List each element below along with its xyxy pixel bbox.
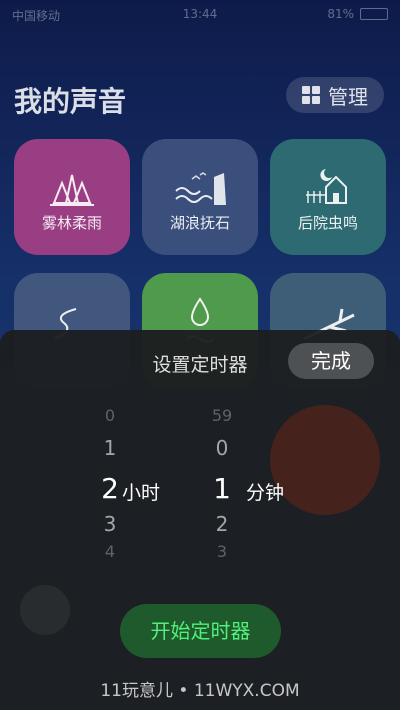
status-bar: 中国移动 13:44 81% (0, 0, 400, 26)
forest-rain-icon (50, 174, 94, 206)
sound-label: 湖浪抚石 (169, 214, 230, 232)
minutes-option[interactable]: 0 (182, 436, 262, 460)
watermark: 11玩意儿 • 11WYX.COM (100, 681, 300, 701)
sound-label: 后院虫鸣 (297, 214, 358, 232)
manage-label: 管理 (328, 84, 368, 109)
grid-manage-icon (302, 86, 320, 104)
page-title: 我的声音 (14, 85, 127, 118)
sound-tile-lake-wave[interactable]: 湖浪抚石 (142, 139, 258, 255)
hours-option[interactable]: 4 (70, 542, 150, 561)
minutes-unit: 分钟 (246, 482, 285, 504)
ghost-circle (270, 405, 380, 515)
battery-indicator: 81% (327, 7, 388, 21)
done-button[interactable]: 完成 (288, 343, 374, 379)
hours-option[interactable]: 1 (70, 436, 150, 460)
battery-icon (360, 8, 388, 20)
minutes-option[interactable]: 3 (182, 542, 262, 561)
hours-unit: 小时 (122, 482, 161, 504)
sound-tile-forest-rain[interactable]: 雾林柔雨 (14, 139, 130, 255)
minutes-option[interactable]: 59 (182, 406, 262, 425)
start-timer-button[interactable]: 开始定时器 (120, 604, 281, 658)
minutes-option[interactable]: 2 (182, 512, 262, 536)
sound-label: 雾林柔雨 (41, 214, 102, 232)
hours-option[interactable]: 0 (70, 406, 150, 425)
sound-tile-backyard[interactable]: 后院虫鸣 (270, 139, 386, 255)
backyard-house-icon (306, 169, 347, 204)
ghost-control (20, 585, 70, 635)
hours-option[interactable]: 3 (70, 512, 150, 536)
manage-button[interactable]: 管理 (286, 77, 384, 113)
lake-wave-icon (175, 172, 226, 205)
battery-percent: 81% (327, 7, 354, 21)
